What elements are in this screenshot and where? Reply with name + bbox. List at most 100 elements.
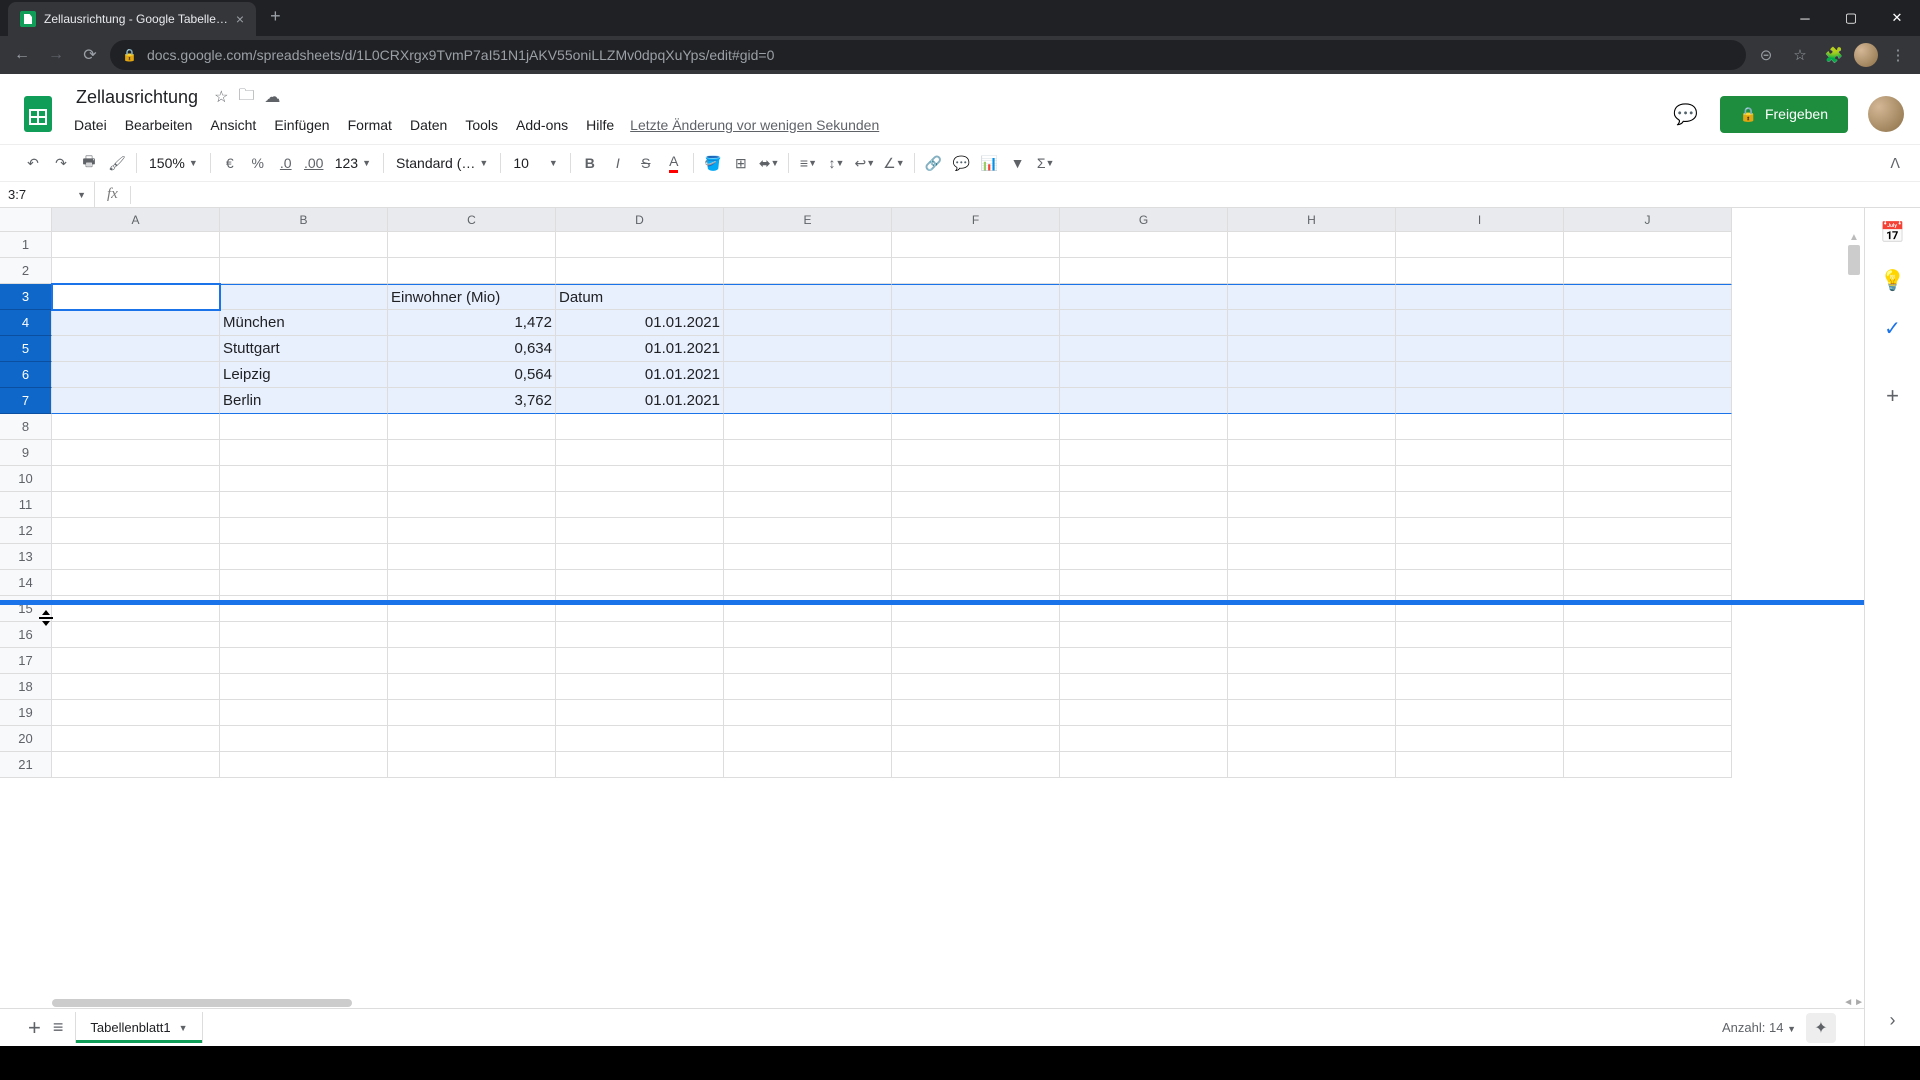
print-button[interactable]: 🖶	[76, 150, 102, 176]
cell[interactable]	[892, 674, 1060, 700]
cell[interactable]	[220, 622, 388, 648]
cell[interactable]	[724, 414, 892, 440]
cell[interactable]	[556, 570, 724, 596]
row-header[interactable]: 12	[0, 518, 52, 544]
column-header[interactable]: H	[1228, 208, 1396, 232]
keep-icon[interactable]: 💡	[1881, 268, 1905, 292]
cell[interactable]	[388, 622, 556, 648]
cell[interactable]	[892, 284, 1060, 310]
forward-button[interactable]: →	[42, 41, 70, 69]
column-header[interactable]: J	[1564, 208, 1732, 232]
font-select[interactable]: Standard (…▼	[390, 155, 494, 171]
cell[interactable]	[1564, 544, 1732, 570]
cell[interactable]	[1396, 388, 1564, 414]
cell[interactable]	[1060, 310, 1228, 336]
paint-format-button[interactable]: 🖌	[104, 150, 130, 176]
column-header[interactable]: D	[556, 208, 724, 232]
column-header[interactable]: B	[220, 208, 388, 232]
cell[interactable]	[892, 544, 1060, 570]
cell[interactable]	[724, 362, 892, 388]
cell[interactable]: 01.01.2021	[556, 336, 724, 362]
cell[interactable]: Einwohner (Mio)	[388, 284, 556, 310]
profile-avatar[interactable]	[1854, 43, 1878, 67]
cell[interactable]	[1396, 518, 1564, 544]
cell[interactable]	[1228, 570, 1396, 596]
cell[interactable]	[1396, 700, 1564, 726]
column-header[interactable]: I	[1396, 208, 1564, 232]
cell[interactable]	[724, 492, 892, 518]
cell[interactable]	[220, 648, 388, 674]
cell[interactable]	[1228, 284, 1396, 310]
sheet-tab[interactable]: Tabellenblatt1▼	[75, 1012, 202, 1043]
cell[interactable]	[1396, 362, 1564, 388]
cell[interactable]	[1060, 414, 1228, 440]
cell[interactable]	[388, 518, 556, 544]
row-header[interactable]: 1	[0, 232, 52, 258]
cell[interactable]	[1060, 752, 1228, 778]
cell[interactable]	[724, 336, 892, 362]
row-header[interactable]: 5	[0, 336, 52, 362]
tasks-icon[interactable]: ✓	[1881, 316, 1905, 340]
cell[interactable]	[1564, 414, 1732, 440]
cell[interactable]	[1060, 518, 1228, 544]
cell[interactable]	[1564, 492, 1732, 518]
cell[interactable]	[52, 544, 220, 570]
cell[interactable]	[556, 232, 724, 258]
cell[interactable]	[556, 518, 724, 544]
cell[interactable]	[52, 674, 220, 700]
cell[interactable]	[52, 700, 220, 726]
row-header[interactable]: 16	[0, 622, 52, 648]
link-button[interactable]: 🔗	[921, 150, 947, 176]
address-bar[interactable]: 🔒 docs.google.com/spreadsheets/d/1L0CRXr…	[110, 40, 1746, 70]
cell[interactable]: Stuttgart	[220, 336, 388, 362]
cell[interactable]	[220, 518, 388, 544]
cell[interactable]	[1060, 466, 1228, 492]
cell[interactable]	[1228, 232, 1396, 258]
cell[interactable]	[1228, 310, 1396, 336]
collapse-toolbar-button[interactable]: ᐱ	[1890, 155, 1900, 172]
cell[interactable]	[892, 310, 1060, 336]
cell[interactable]	[892, 388, 1060, 414]
cell[interactable]	[52, 388, 220, 414]
cell[interactable]	[724, 544, 892, 570]
cell[interactable]	[1228, 752, 1396, 778]
cell[interactable]	[556, 492, 724, 518]
cell[interactable]	[724, 648, 892, 674]
menu-bearbeiten[interactable]: Bearbeiten	[117, 113, 201, 137]
row-header[interactable]: 3	[0, 284, 52, 310]
cell[interactable]	[1396, 258, 1564, 284]
cell[interactable]	[388, 570, 556, 596]
comments-button[interactable]: 💬	[1668, 96, 1704, 132]
cell[interactable]	[1228, 466, 1396, 492]
cell[interactable]	[1396, 414, 1564, 440]
cell[interactable]	[1564, 440, 1732, 466]
cell[interactable]	[52, 284, 220, 310]
cell[interactable]	[556, 440, 724, 466]
cell[interactable]	[724, 388, 892, 414]
cell[interactable]	[220, 232, 388, 258]
account-avatar[interactable]	[1868, 96, 1904, 132]
halign-button[interactable]: ≡▼	[795, 150, 821, 176]
cell[interactable]	[220, 752, 388, 778]
cell[interactable]	[1228, 544, 1396, 570]
column-header[interactable]: C	[388, 208, 556, 232]
cell[interactable]	[724, 518, 892, 544]
cell[interactable]	[892, 648, 1060, 674]
horizontal-scrollbar[interactable]	[52, 998, 1846, 1008]
valign-button[interactable]: ↕▼	[823, 150, 849, 176]
cell[interactable]	[556, 258, 724, 284]
row-header[interactable]: 20	[0, 726, 52, 752]
row-header[interactable]: 17	[0, 648, 52, 674]
cell[interactable]: Leipzig	[220, 362, 388, 388]
cell[interactable]	[1396, 440, 1564, 466]
cell[interactable]	[220, 440, 388, 466]
cell[interactable]	[1060, 258, 1228, 284]
cell[interactable]	[1060, 648, 1228, 674]
move-icon[interactable]: 🗀	[238, 84, 254, 111]
cell[interactable]	[1564, 726, 1732, 752]
chart-button[interactable]: 📊	[977, 150, 1003, 176]
cell[interactable]	[724, 284, 892, 310]
italic-button[interactable]: I	[605, 150, 631, 176]
number-format-select[interactable]: 123▼	[329, 155, 377, 171]
cell[interactable]	[724, 622, 892, 648]
